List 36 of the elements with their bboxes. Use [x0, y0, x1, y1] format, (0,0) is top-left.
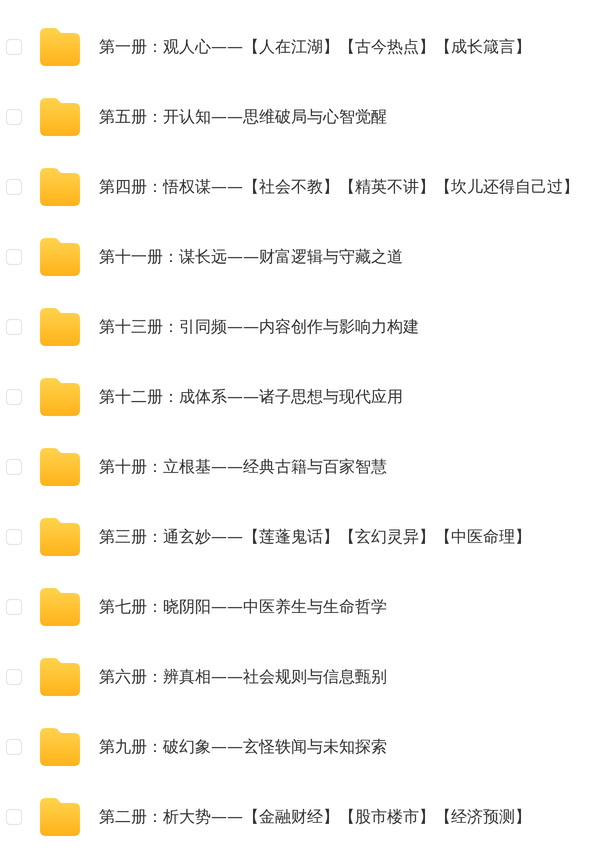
folder-name[interactable]: 第六册：辨真相——社会规则与信息甄别 — [99, 666, 387, 688]
checkbox[interactable] — [6, 109, 22, 125]
folder-name[interactable]: 第二册：析大势——【金融财经】【股市楼市】【经济预测】 — [99, 806, 531, 828]
folder-name[interactable]: 第十一册：谋长远——财富逻辑与守藏之道 — [99, 246, 403, 268]
checkbox[interactable] — [6, 459, 22, 475]
checkbox[interactable] — [6, 739, 22, 755]
checkbox[interactable] — [6, 809, 22, 825]
folder-icon — [40, 728, 80, 766]
folder-name[interactable]: 第五册：开认知——思维破局与心智觉醒 — [99, 106, 387, 128]
folder-icon — [40, 378, 80, 416]
folder-icon — [40, 658, 80, 696]
folder-name[interactable]: 第十册：立根基——经典古籍与百家智慧 — [99, 456, 387, 478]
checkbox[interactable] — [6, 249, 22, 265]
folder-icon — [40, 168, 80, 206]
folder-name[interactable]: 第十二册：成体系——诸子思想与现代应用 — [99, 386, 403, 408]
folder-icon — [40, 588, 80, 626]
checkbox[interactable] — [6, 319, 22, 335]
folder-icon — [40, 798, 80, 836]
folder-name[interactable]: 第九册：破幻象——玄怪轶闻与未知探索 — [99, 736, 387, 758]
folder-icon — [40, 238, 80, 276]
folder-name[interactable]: 第四册：悟权谋——【社会不教】【精英不讲】【坎儿还得自己过】 — [99, 176, 579, 198]
folder-icon — [40, 518, 80, 556]
folder-icon — [40, 308, 80, 346]
folder-icon — [40, 98, 80, 136]
folder-name[interactable]: 第十三册：引同频——内容创作与影响力构建 — [99, 316, 419, 338]
checkbox[interactable] — [6, 179, 22, 195]
checkbox[interactable] — [6, 599, 22, 615]
checkbox[interactable] — [6, 389, 22, 405]
folder-name[interactable]: 第一册：观人心——【人在江湖】【古今热点】【成长箴言】 — [99, 36, 531, 58]
checkbox[interactable] — [6, 669, 22, 685]
checkbox[interactable] — [6, 39, 22, 55]
folder-name[interactable]: 第七册：晓阴阳——中医养生与生命哲学 — [99, 596, 387, 618]
folder-name[interactable]: 第三册：通玄妙——【莲蓬鬼话】【玄幻灵异】【中医命理】 — [99, 526, 531, 548]
checkbox[interactable] — [6, 529, 22, 545]
folder-icon — [40, 448, 80, 486]
folder-icon — [40, 28, 80, 66]
